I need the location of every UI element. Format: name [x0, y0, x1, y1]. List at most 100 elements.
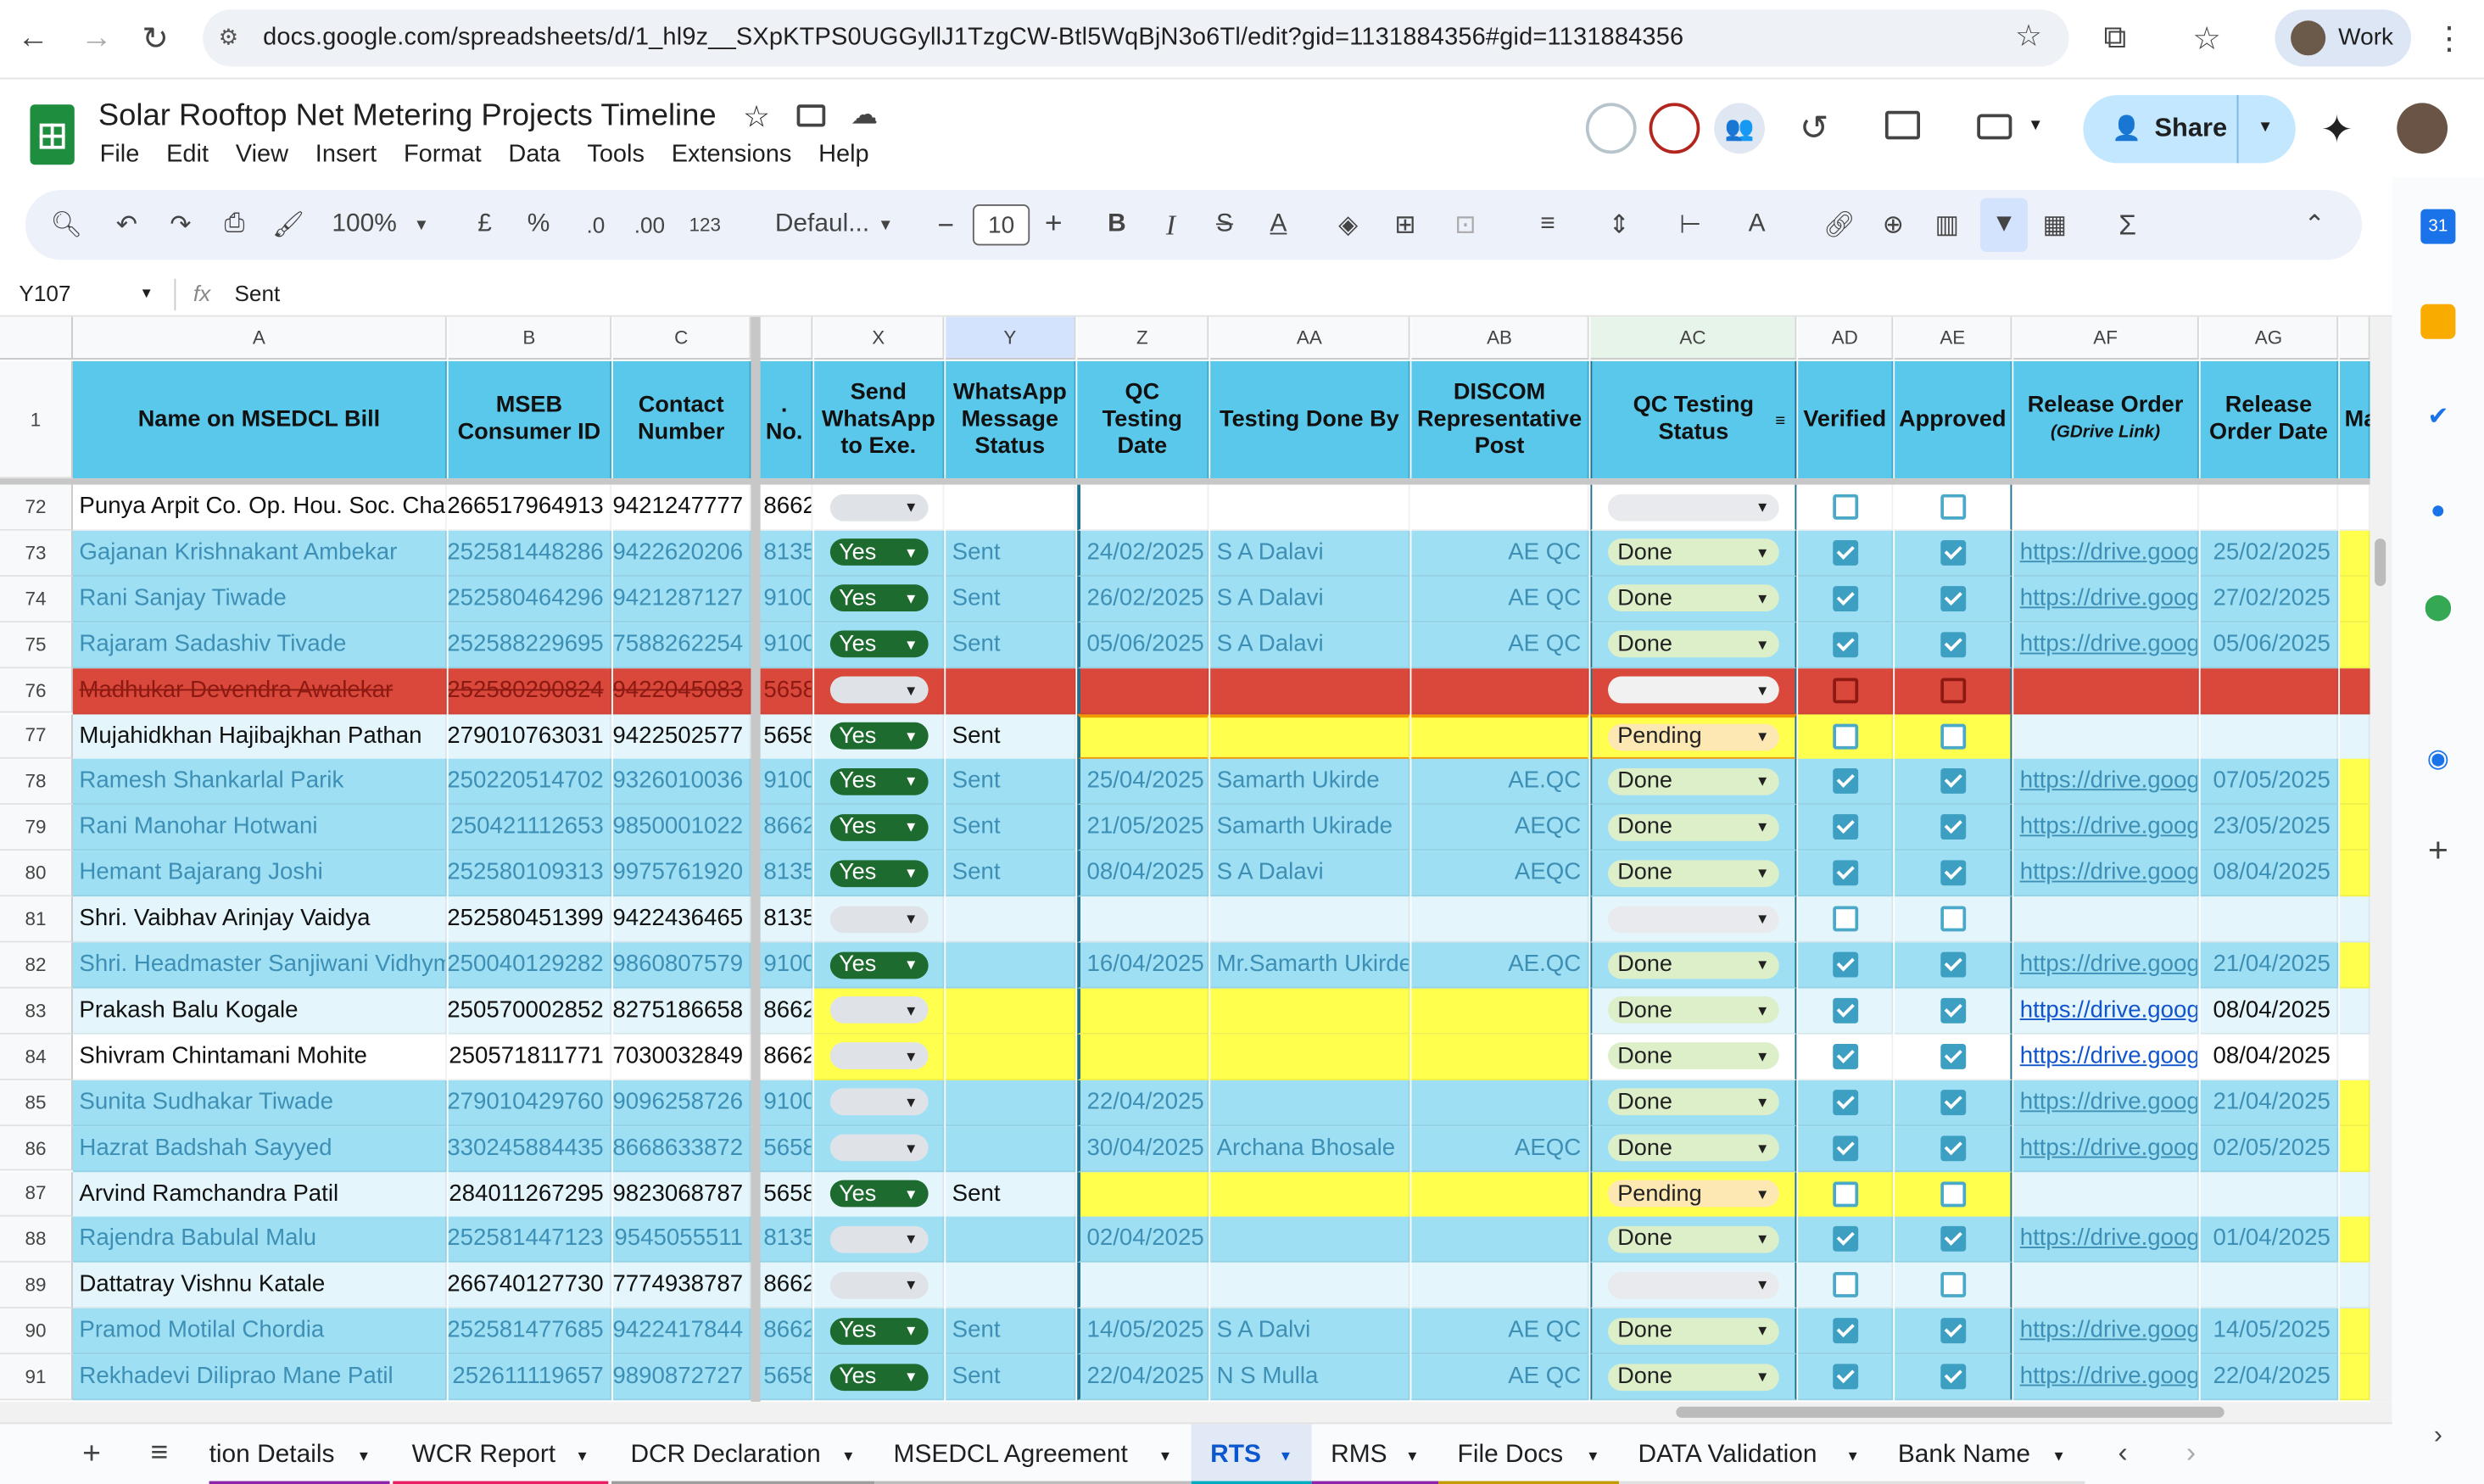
calendar-icon[interactable]: 31 [2420, 209, 2456, 244]
cell-send-whatsapp[interactable]: ▼ [814, 1034, 945, 1080]
cell-partial[interactable] [2340, 622, 2370, 668]
whatsapp-dropdown[interactable]: ▼ [829, 493, 928, 521]
cell-consumer-id[interactable]: 252581448286 [448, 530, 612, 577]
cell-consumer-id[interactable]: 284011267295 [448, 1171, 612, 1218]
cell-sno[interactable]: 9100 [756, 942, 813, 989]
row-header[interactable]: 83 [0, 988, 73, 1035]
cell-partial[interactable] [2340, 1171, 2370, 1218]
cell-discom-post[interactable] [1411, 1034, 1589, 1080]
insert-chart-icon[interactable]: ▥ [1929, 190, 1964, 259]
verified-checkbox[interactable] [1832, 1089, 1858, 1115]
cell-consumer-id[interactable]: 250421112653 [448, 805, 612, 851]
cell-approved[interactable] [1895, 1354, 2012, 1401]
cell-release-date[interactable]: 08/04/2025 [2200, 988, 2339, 1035]
url-text[interactable]: docs.google.com/spreadsheets/d/1_hl9z__S… [263, 24, 1683, 53]
expand-panel-icon[interactable]: › [2420, 1420, 2455, 1454]
cell-whatsapp-status[interactable] [946, 484, 1076, 531]
cell-contact[interactable]: 8275186658 [612, 988, 751, 1035]
sheets-logo-icon[interactable] [30, 104, 75, 165]
cell-discom-post[interactable]: AE.QC [1411, 942, 1589, 989]
cell-name[interactable]: Rani Manohar Hotwani [72, 805, 447, 851]
cell-release-date[interactable]: 01/04/2025 [2200, 1217, 2339, 1264]
column-header[interactable]: AC [1590, 316, 1797, 360]
cell-approved[interactable] [1895, 484, 2012, 531]
cell-send-whatsapp[interactable]: ▼ [814, 896, 945, 943]
chevron-down-icon[interactable]: ▼ [1845, 1447, 1860, 1463]
approved-checkbox[interactable] [1940, 1318, 1966, 1344]
release-order-link[interactable]: https://drive.googl [2020, 1044, 2197, 1069]
cell-testing-done-by[interactable] [1210, 1263, 1410, 1309]
cell-whatsapp-status[interactable] [946, 1125, 1076, 1172]
cell-sno[interactable]: 9100 [756, 576, 813, 622]
release-order-link[interactable]: https://drive.googl [2020, 540, 2197, 566]
cell-testing-done-by[interactable] [1210, 484, 1410, 531]
cell-sno[interactable]: 5658 [756, 1171, 813, 1218]
cell-name[interactable]: Shivram Chintamani Mohite [72, 1034, 447, 1080]
version-history-icon[interactable]: ↺ [1800, 108, 1828, 149]
cell-name[interactable]: Mujahidkhan Hajibajkhan Pathan [72, 713, 447, 760]
cell-qc-date[interactable]: 21/05/2025 [1077, 805, 1209, 851]
row-header[interactable]: 73 [0, 530, 73, 577]
cell-approved[interactable] [1895, 1308, 2012, 1355]
cell-approved[interactable] [1895, 576, 2012, 622]
align-icon[interactable]: ≡ [1530, 190, 1565, 259]
row-header[interactable]: 78 [0, 759, 73, 806]
cell-verified[interactable] [1798, 576, 1894, 622]
cell-verified[interactable] [1798, 713, 1894, 760]
release-order-link[interactable]: https://drive.googl [2020, 632, 2197, 657]
cell-release-order[interactable]: https://drive.googl [2013, 1125, 2199, 1172]
chevron-down-icon[interactable]: ▼ [1279, 1447, 1293, 1463]
paint-format-icon[interactable]: 🖌︎ [270, 190, 308, 259]
cell-qc-date[interactable]: 14/05/2025 [1077, 1308, 1209, 1355]
verified-checkbox[interactable] [1832, 1180, 1858, 1207]
cell-verified[interactable] [1798, 759, 1894, 806]
cell-release-order[interactable] [2013, 484, 2199, 531]
column-header[interactable]: AE [1895, 316, 2012, 360]
site-settings-icon[interactable]: ⚙ [219, 24, 248, 53]
cell-whatsapp-status[interactable] [946, 1080, 1076, 1126]
get-addons-icon[interactable]: + [2420, 830, 2455, 870]
cell-partial[interactable] [2340, 1034, 2370, 1080]
cell-release-order[interactable] [2013, 713, 2199, 760]
cell-approved[interactable] [1895, 942, 2012, 989]
cell-approved[interactable] [1895, 896, 2012, 943]
cell-send-whatsapp[interactable]: Yes ▼ [814, 805, 945, 851]
cell-consumer-id[interactable]: 266517964913 [448, 484, 612, 531]
tasks-icon[interactable]: ✔ [2420, 399, 2455, 434]
cell-whatsapp-status[interactable]: Sent [946, 805, 1076, 851]
cell-approved[interactable] [1895, 988, 2012, 1035]
cell-name[interactable]: Arvind Ramchandra Patil [72, 1171, 447, 1218]
qc-status-dropdown[interactable]: Done ▼ [1608, 1134, 1779, 1162]
cell-whatsapp-status[interactable]: Sent [946, 851, 1076, 897]
cell-testing-done-by[interactable]: Mr.Samarth Ukirde [1210, 942, 1410, 989]
cell-partial[interactable] [2340, 667, 2370, 714]
vertical-scrollbar[interactable] [2370, 316, 2392, 1403]
cell-discom-post[interactable] [1411, 1217, 1589, 1264]
verified-checkbox[interactable] [1832, 906, 1858, 932]
sheet-tab[interactable]: DATA Validation ▼ [1619, 1424, 1879, 1484]
cell-approved[interactable] [1895, 622, 2012, 668]
font-select[interactable]: Defaul... [763, 190, 880, 259]
cell-qc-status[interactable]: Done ▼ [1590, 576, 1797, 622]
chevron-down-icon[interactable]: ▼ [2028, 117, 2044, 135]
scroll-tabs-right-icon[interactable]: › [2186, 1437, 2196, 1470]
header-cell-ac[interactable]: QC Testing Status ≡ [1590, 360, 1797, 479]
cell-name[interactable]: Shri. Headmaster Sanjiwani Vidhyma [72, 942, 447, 989]
cell-contact[interactable]: 9860807579 [612, 942, 751, 989]
cell-whatsapp-status[interactable] [946, 1217, 1076, 1264]
cell-whatsapp-status[interactable]: Sent [946, 1171, 1076, 1218]
qc-status-dropdown[interactable]: Done ▼ [1608, 767, 1779, 795]
zoom-select[interactable]: 100% [327, 190, 403, 259]
approved-checkbox[interactable] [1940, 860, 1966, 886]
cell-contact[interactable]: 8668633872 [612, 1125, 751, 1172]
cell-sno[interactable]: 8662 [756, 1034, 813, 1080]
cell-release-date[interactable] [2200, 1263, 2339, 1309]
qc-status-dropdown[interactable]: ▼ [1608, 905, 1779, 933]
cell-qc-status[interactable]: Done ▼ [1590, 1125, 1797, 1172]
cell-qc-status[interactable]: Done ▼ [1590, 1308, 1797, 1355]
cell-verified[interactable] [1798, 988, 1894, 1035]
sheet-tab[interactable]: tion Details ▼ [209, 1424, 390, 1484]
decrease-decimal-button[interactable]: .0 [578, 190, 613, 259]
menu-tools[interactable]: Tools [587, 141, 645, 172]
cell-partial[interactable] [2340, 805, 2370, 851]
